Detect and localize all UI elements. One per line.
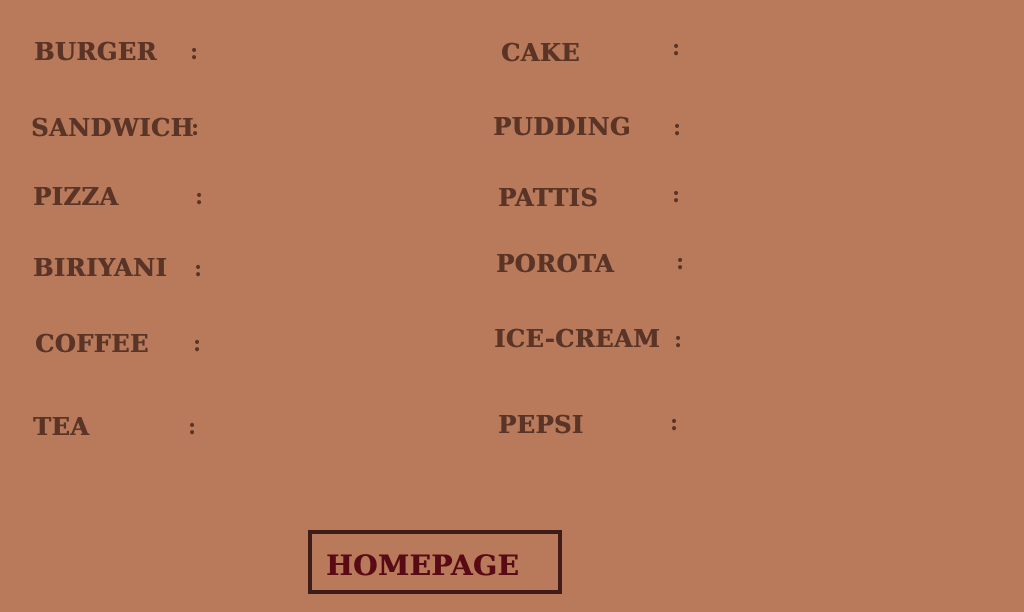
label-porota: POROTA xyxy=(496,249,614,278)
colon-pepsi: : xyxy=(670,410,679,436)
label-ice-cream: ICE-CREAM xyxy=(494,324,661,353)
label-coffee: COFFEE xyxy=(35,329,149,358)
label-biriyani: BIRIYANI xyxy=(33,253,168,282)
colon-cake: : xyxy=(672,35,681,61)
colon-tea: : xyxy=(188,414,197,440)
colon-ice-cream: : xyxy=(674,327,683,353)
label-pattis: PATTIS xyxy=(498,183,599,212)
label-sandwich: SANDWICH xyxy=(31,113,194,142)
label-tea: TEA xyxy=(33,412,90,441)
homepage-button[interactable]: HOMEPAGE xyxy=(308,530,562,594)
colon-sandwich: : xyxy=(191,115,200,141)
label-pepsi: PEPSI xyxy=(498,410,584,439)
homepage-button-label: HOMEPAGE xyxy=(326,549,520,582)
colon-pudding: : xyxy=(673,115,682,141)
colon-burger: : xyxy=(190,39,199,65)
colon-pizza: : xyxy=(195,184,204,210)
colon-biriyani: : xyxy=(194,256,203,282)
label-burger: BURGER xyxy=(34,37,157,66)
colon-coffee: : xyxy=(193,331,202,357)
label-pudding: PUDDING xyxy=(493,112,631,141)
label-cake: CAKE xyxy=(501,38,580,67)
colon-pattis: : xyxy=(672,182,681,208)
colon-porota: : xyxy=(676,249,685,275)
label-pizza: PIZZA xyxy=(33,182,119,211)
